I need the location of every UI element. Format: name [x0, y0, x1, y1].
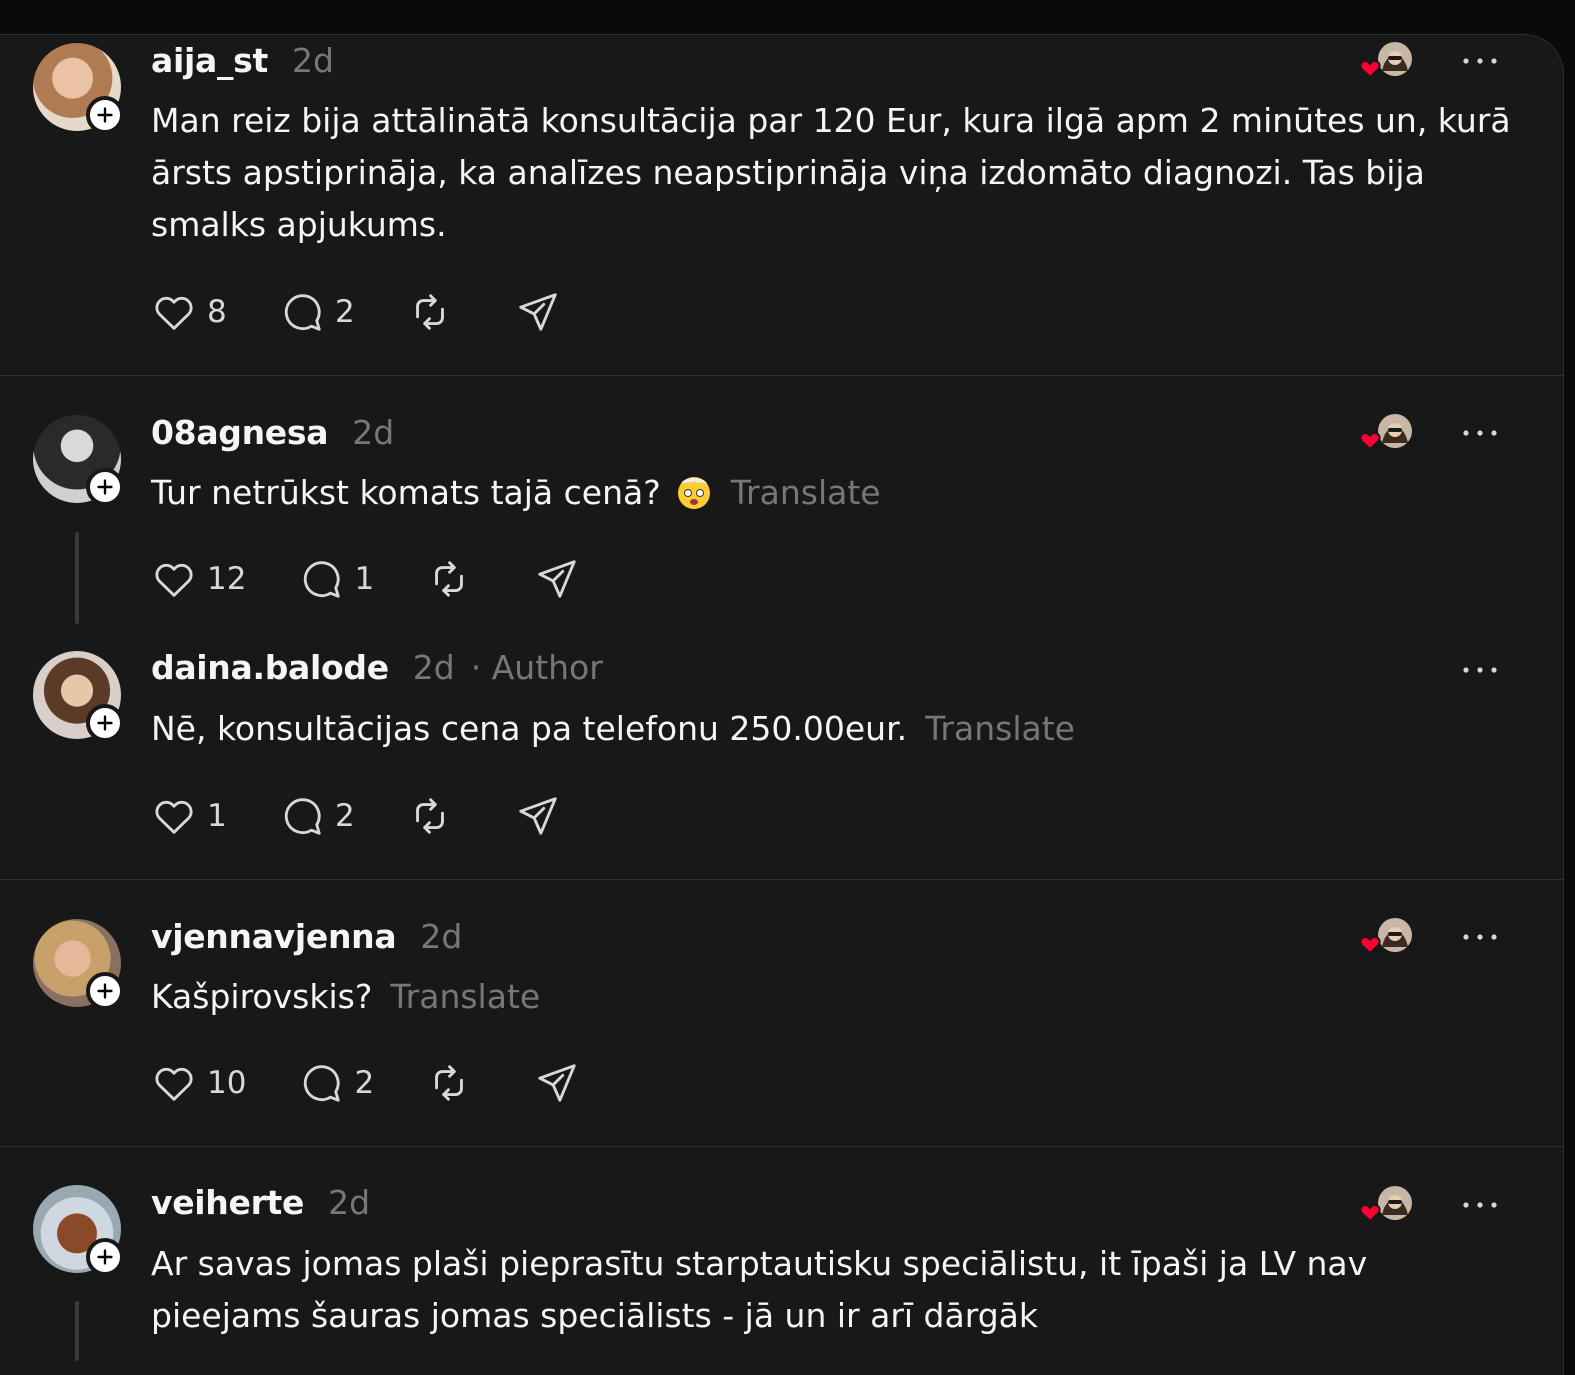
divider	[0, 879, 1563, 880]
repost-icon	[407, 793, 453, 839]
liked-by-author-icon	[1358, 413, 1418, 453]
avatar[interactable]	[33, 1185, 124, 1276]
liked-by-author-icon	[1358, 917, 1418, 957]
like-count: 1	[207, 798, 227, 834]
repost-icon	[426, 1060, 472, 1106]
translate-link[interactable]: Translate	[731, 473, 881, 512]
reply-button[interactable]: 2	[279, 793, 355, 839]
like-button[interactable]: 8	[151, 289, 227, 335]
avatar[interactable]	[33, 919, 124, 1010]
repost-button[interactable]	[407, 793, 453, 839]
action-bar: 8 2	[151, 287, 561, 337]
plus-icon	[94, 104, 116, 126]
replies-panel: aija_st 2d Man reiz bija attālinātā kons…	[0, 34, 1564, 1375]
like-button[interactable]: 10	[151, 1060, 246, 1106]
timestamp[interactable]: 2d	[328, 1183, 370, 1222]
repost-button[interactable]	[426, 556, 472, 602]
post-text: Ar savas jomas plaši pieprasītu starptau…	[151, 1244, 1368, 1335]
reply-count: 2	[354, 1065, 375, 1101]
share-button[interactable]	[534, 1060, 580, 1106]
comment-icon	[279, 793, 325, 839]
username[interactable]: veiherte	[151, 1183, 304, 1222]
action-bar: 12 1	[151, 554, 580, 604]
avatar[interactable]	[33, 43, 124, 134]
share-icon	[534, 1060, 580, 1106]
share-icon	[515, 793, 561, 839]
repost-icon	[407, 289, 453, 335]
avatar[interactable]	[33, 415, 124, 506]
comment-icon	[279, 289, 325, 335]
repost-icon	[426, 556, 472, 602]
reply-button[interactable]: 1	[298, 556, 374, 602]
username[interactable]: aija_st	[151, 41, 268, 80]
divider	[0, 1146, 1563, 1147]
timestamp[interactable]: 2d	[352, 413, 394, 452]
share-icon	[534, 556, 580, 602]
username[interactable]: 08agnesa	[151, 413, 329, 452]
timestamp[interactable]: 2d	[292, 41, 334, 80]
post-text: Nē, konsultācijas cena pa telefonu 250.0…	[151, 709, 908, 748]
reply-count: 2	[335, 294, 355, 330]
more-icon[interactable]	[1460, 927, 1500, 947]
more-icon[interactable]	[1460, 660, 1500, 680]
like-button[interactable]: 12	[151, 556, 246, 602]
share-button[interactable]	[534, 556, 580, 602]
more-icon[interactable]	[1460, 1195, 1500, 1215]
repost-button[interactable]	[407, 289, 453, 335]
plus-icon	[94, 712, 116, 734]
timestamp[interactable]: 2d	[413, 648, 455, 687]
heart-icon	[151, 556, 197, 602]
share-button[interactable]	[515, 289, 561, 335]
post-text: Man reiz bija attālinātā konsultācija pa…	[151, 101, 1511, 244]
divider	[0, 375, 1563, 376]
translate-link[interactable]: Translate	[925, 709, 1075, 748]
action-bar: 10 2	[151, 1058, 580, 1108]
reply-count: 1	[354, 561, 375, 597]
avatar[interactable]	[33, 651, 124, 742]
share-icon	[515, 289, 561, 335]
reply-button[interactable]: 2	[279, 289, 355, 335]
mind-blown-emoji	[677, 477, 710, 509]
follow-button[interactable]	[86, 704, 124, 742]
follow-button[interactable]	[86, 972, 124, 1010]
thread-line	[75, 532, 79, 624]
plus-icon	[94, 1246, 116, 1268]
liked-by-author-icon	[1358, 1185, 1418, 1225]
plus-icon	[94, 980, 116, 1002]
like-count: 12	[207, 561, 247, 597]
repost-button[interactable]	[426, 1060, 472, 1106]
like-count: 8	[207, 294, 227, 330]
thread-line	[75, 1301, 79, 1361]
liked-by-author-icon	[1358, 41, 1418, 81]
post-text: Tur netrūkst komats tajā cenā?	[151, 473, 661, 512]
follow-button[interactable]	[86, 1238, 124, 1276]
author-badge: · Author	[470, 648, 603, 687]
post-text: Kašpirovskis?	[151, 977, 373, 1016]
like-count: 10	[207, 1065, 247, 1101]
follow-button[interactable]	[86, 96, 124, 134]
reply-button[interactable]: 2	[298, 1060, 374, 1106]
plus-icon	[94, 476, 116, 498]
action-bar: 1 2	[151, 791, 561, 841]
translate-link[interactable]: Translate	[390, 977, 540, 1016]
username[interactable]: daina.balode	[151, 648, 389, 687]
timestamp[interactable]: 2d	[420, 917, 462, 956]
like-button[interactable]: 1	[151, 793, 227, 839]
heart-icon	[151, 289, 197, 335]
heart-icon	[151, 1060, 197, 1106]
follow-button[interactable]	[86, 468, 124, 506]
comment-icon	[298, 1060, 344, 1106]
username[interactable]: vjennavjenna	[151, 917, 397, 956]
share-button[interactable]	[515, 793, 561, 839]
reply-count: 2	[335, 798, 355, 834]
more-icon[interactable]	[1460, 423, 1500, 443]
heart-icon	[151, 793, 197, 839]
comment-icon	[298, 556, 344, 602]
more-icon[interactable]	[1460, 51, 1500, 71]
